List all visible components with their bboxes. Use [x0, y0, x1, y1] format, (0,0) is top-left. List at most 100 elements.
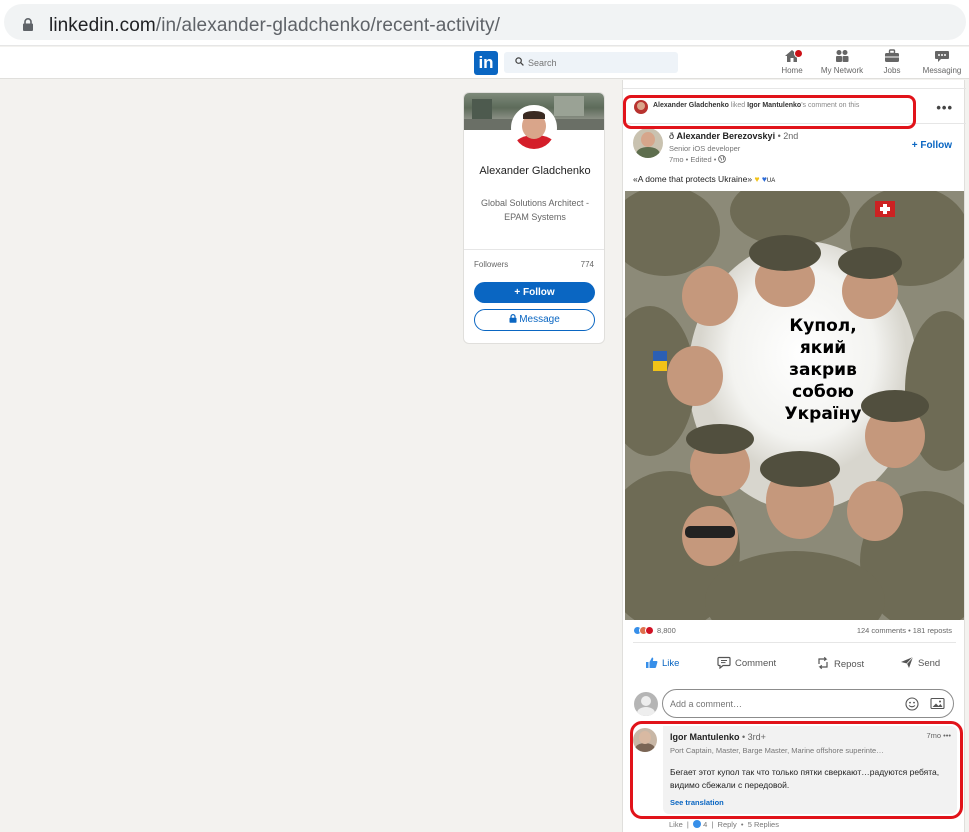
commenter-avatar[interactable]	[633, 728, 657, 752]
nav-item-messaging[interactable]: Messaging	[920, 49, 964, 77]
commenter-degree: • 3rd+	[739, 732, 766, 742]
comment-footer: Like | 4 | Reply • 5 Replies	[669, 820, 779, 829]
url-host: linkedin.com	[49, 15, 156, 36]
more-options-icon[interactable]: •••	[936, 100, 953, 115]
caption-line: який	[799, 338, 847, 358]
comment-replies-link[interactable]: 5 Replies	[748, 820, 779, 829]
image-caption: Купол, який закрив собою Україну	[763, 315, 883, 425]
commenter-name-line[interactable]: Igor Mantulenko • 3rd+	[670, 732, 766, 742]
profile-name[interactable]: Alexander Gladchenko	[474, 163, 596, 179]
follow-author-button[interactable]: + Follow	[912, 140, 952, 151]
search-input[interactable]	[528, 54, 668, 71]
lock-icon	[509, 314, 517, 323]
search-icon	[515, 57, 524, 66]
url-path: /in/alexander-gladchenko/recent-activity…	[155, 15, 500, 36]
comment-text: Бегает этот купол так что только пятки с…	[670, 767, 940, 790]
feed-post-card: Alexander Gladchenko liked Igor Mantulen…	[622, 80, 966, 832]
comment-input-box[interactable]	[662, 689, 954, 718]
author-name[interactable]: Alexander Berezovskyi	[677, 131, 776, 141]
nav-label: Home	[781, 66, 803, 75]
search-box[interactable]	[504, 52, 678, 73]
message-label: Message	[519, 314, 560, 325]
follow-button[interactable]: + Follow	[474, 282, 595, 303]
caption-line: закрив	[789, 360, 857, 380]
current-user-avatar[interactable]	[634, 692, 658, 716]
caption-line: собою	[792, 382, 854, 402]
divider	[633, 642, 956, 643]
comments-reposts-count[interactable]: 124 comments • 181 reposts	[857, 626, 952, 635]
post-image[interactable]: Купол, який закрив собою Україну	[625, 191, 964, 620]
url-text: linkedin.com/in/alexander-gladchenko/rec…	[49, 15, 500, 37]
linkedin-nav-bar: in Home My Network	[0, 47, 969, 79]
comment-bubble: Igor Mantulenko • 3rd+ 7mo ••• Port Capt…	[663, 726, 957, 814]
repost-icon	[818, 656, 828, 670]
divider	[464, 249, 604, 250]
activity-actor[interactable]: Alexander Gladchenko	[653, 102, 729, 109]
followers-count: 774	[580, 260, 594, 269]
emoji-icon[interactable]	[905, 697, 919, 711]
profile-card: Alexander Gladchenko Global Solutions Ar…	[463, 92, 605, 344]
send-button[interactable]: Send	[900, 656, 940, 669]
nav-item-home[interactable]: Home	[780, 49, 804, 77]
send-icon	[901, 656, 914, 668]
post-text: «A dome that protects Ukraine» ♥ ♥UA	[633, 174, 775, 184]
post-time-text: 7mo • Edited •	[669, 155, 719, 164]
activity-verb: liked	[728, 102, 748, 109]
image-upload-icon[interactable]	[930, 697, 945, 710]
url-field[interactable]: linkedin.com/in/alexander-gladchenko/rec…	[4, 4, 966, 40]
followers-label: Followers	[474, 260, 509, 269]
avatar[interactable]	[511, 105, 557, 151]
see-translation-link[interactable]: See translation	[670, 798, 724, 807]
nav-item-my-network[interactable]: My Network	[818, 49, 866, 77]
comment-icon	[717, 656, 731, 670]
author-name-line[interactable]: ð Alexander Berezovskyi • 2nd	[669, 131, 798, 141]
comment-time-options[interactable]: 7mo •••	[926, 731, 951, 740]
notification-badge	[794, 49, 803, 58]
lock-icon	[23, 18, 33, 31]
browser-address-bar: linkedin.com/in/alexander-gladchenko/rec…	[0, 0, 969, 46]
globe-icon	[718, 155, 727, 163]
profile-headline: Global Solutions Architect - EPAM System…	[480, 198, 590, 222]
flag-text: UA	[766, 178, 776, 184]
nav-label: Messaging	[922, 66, 962, 75]
network-icon	[836, 50, 849, 62]
commenter-name[interactable]: Igor Mantulenko	[670, 732, 740, 742]
author-avatar[interactable]	[633, 128, 663, 158]
nav-label: Jobs	[883, 66, 901, 75]
actor-avatar[interactable]	[634, 100, 648, 114]
comment-label: Comment	[735, 658, 777, 669]
page: linkedin.com/in/alexander-gladchenko/rec…	[0, 0, 969, 832]
commenter-title: Port Captain, Master, Barge Master, Mari…	[670, 746, 884, 755]
author-prefix: ð	[669, 131, 677, 141]
comment-reply-button[interactable]: Reply	[718, 820, 737, 829]
divider	[623, 88, 966, 89]
linkedin-logo[interactable]: in	[474, 51, 498, 75]
post-actions: Like Comment Repost Send	[623, 652, 966, 678]
yellow-heart-icon: ♥	[754, 174, 760, 184]
message-button[interactable]: Message	[474, 309, 595, 331]
nav-item-jobs[interactable]: Jobs	[880, 49, 904, 77]
reaction-summary[interactable]: 8,800	[633, 626, 676, 635]
comment-button[interactable]: Comment	[717, 656, 777, 670]
repost-button[interactable]: Repost	[816, 656, 864, 670]
love-reaction-icon	[645, 626, 654, 635]
caption-line: Купол,	[789, 316, 857, 336]
briefcase-icon	[885, 49, 899, 62]
post-text-body: «A dome that protects Ukraine»	[633, 174, 755, 184]
comment-input[interactable]	[670, 696, 890, 712]
activity-target[interactable]: Igor Mantulenko	[747, 102, 801, 109]
repost-label: Repost	[834, 659, 865, 670]
like-label: Like	[662, 658, 680, 669]
comment-like-button[interactable]: Like	[669, 820, 683, 829]
like-button[interactable]: Like	[645, 656, 679, 669]
activity-suffix: 's comment on this	[801, 102, 860, 109]
messaging-icon	[935, 51, 949, 62]
post-time: 7mo • Edited •	[669, 155, 727, 164]
nav-label: My Network	[820, 66, 864, 75]
reaction-count: 8,800	[657, 626, 676, 635]
like-reaction-icon	[693, 820, 702, 828]
comment-like-count: 4	[703, 820, 708, 829]
activity-text: Alexander Gladchenko liked Igor Mantulen…	[653, 102, 859, 109]
author-title: Senior iOS developer	[669, 144, 741, 153]
thumbs-up-icon	[646, 657, 658, 668]
